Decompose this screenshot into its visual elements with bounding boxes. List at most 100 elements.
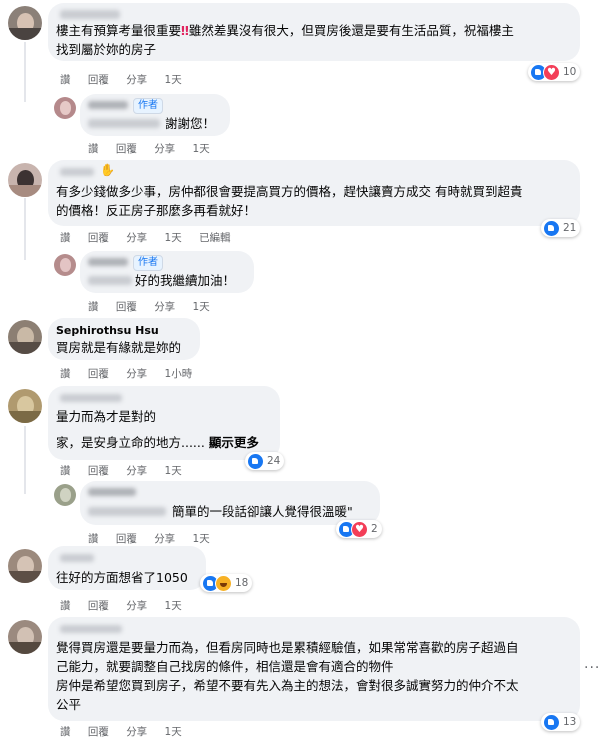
double-exclamation-icon: ‼ (181, 23, 189, 38)
reaction-count: 10 (563, 66, 577, 78)
mention-blurred[interactable] (88, 507, 166, 516)
replier-name-blurred[interactable] (88, 258, 128, 266)
avatar[interactable] (8, 389, 42, 423)
more-horizontal-icon[interactable]: ··· (584, 660, 600, 676)
reply-text: 好的我繼續加油！ (135, 273, 236, 288)
comment-text-line4: 公平 (56, 697, 82, 712)
share-button[interactable]: 分享 (154, 301, 175, 313)
reply-button[interactable]: 回覆 (88, 232, 109, 244)
comment-text: 往好的方面想省了1050 (56, 570, 188, 585)
reaction-summary[interactable]: 13 (541, 713, 581, 731)
like-button[interactable]: 讚 (60, 368, 71, 380)
reaction-count: 13 (563, 716, 577, 728)
timestamp[interactable]: 1天 (165, 232, 182, 244)
reply-text: 簡單的一段話卻讓人覺得很溫暖" (172, 504, 353, 519)
share-button[interactable]: 分享 (126, 465, 147, 477)
reaction-summary[interactable]: 10 (528, 63, 581, 81)
love-icon (351, 520, 368, 538)
like-button[interactable]: 讚 (88, 301, 99, 313)
comment-text: 量力而為才是對的 (56, 409, 157, 424)
like-button[interactable]: 讚 (60, 600, 71, 612)
avatar[interactable] (54, 254, 76, 276)
like-icon (543, 219, 560, 237)
reaction-count: 2 (371, 523, 378, 535)
like-button[interactable]: 讚 (88, 533, 99, 545)
mention-blurred[interactable] (88, 276, 132, 285)
share-button[interactable]: 分享 (154, 533, 175, 545)
reply-button[interactable]: 回覆 (116, 533, 137, 545)
reaction-summary[interactable]: 21 (541, 219, 581, 237)
reply-button[interactable]: 回覆 (88, 726, 109, 738)
like-button[interactable]: 讚 (60, 74, 71, 86)
share-button[interactable]: 分享 (126, 74, 147, 86)
avatar[interactable] (8, 620, 42, 654)
avatar[interactable] (8, 549, 42, 583)
avatar[interactable] (54, 484, 76, 506)
comment-text: 覺得買房還是要量力而為，但看房同時也是累積經驗值，如果常常喜歡的房子超過自 (56, 640, 519, 655)
reaction-summary[interactable]: 18 (200, 574, 253, 592)
commenter-name-blurred[interactable] (60, 168, 94, 176)
like-icon (543, 713, 560, 731)
like-button[interactable]: 讚 (60, 726, 71, 738)
avatar[interactable] (8, 6, 42, 40)
commenter-name-blurred[interactable] (60, 625, 122, 633)
reply-actions: 讚 回覆 分享 1天 (88, 299, 224, 314)
timestamp[interactable]: 1天 (165, 726, 182, 738)
share-button[interactable]: 分享 (126, 600, 147, 612)
mention-blurred[interactable] (88, 119, 160, 128)
author-badge: 作者 (133, 98, 163, 114)
share-button[interactable]: 分享 (154, 143, 175, 155)
reply-button[interactable]: 回覆 (116, 301, 137, 313)
reply-button[interactable]: 回覆 (88, 465, 109, 477)
like-button[interactable]: 讚 (60, 465, 71, 477)
reply-button[interactable]: 回覆 (88, 74, 109, 86)
timestamp[interactable]: 1天 (193, 533, 210, 545)
comment-text: 有多少錢做多少事，房仲都很會要提高買方的價格，趕快讓賣方成交 有時就買到超貴 (56, 184, 523, 199)
comment-text: 買房就是有緣就是妳的 (56, 340, 182, 355)
haha-icon (215, 574, 232, 592)
thread-line (24, 42, 26, 102)
avatar[interactable] (8, 320, 42, 354)
like-button[interactable]: 讚 (88, 143, 99, 155)
reply-button[interactable]: 回覆 (88, 600, 109, 612)
edited-label: 已編輯 (199, 232, 231, 244)
share-button[interactable]: 分享 (126, 368, 147, 380)
comment-actions: 讚 回覆 分享 1天 (60, 463, 196, 478)
timestamp[interactable]: 1天 (165, 74, 182, 86)
author-badge: 作者 (133, 255, 163, 271)
comment-actions: 讚 回覆 分享 1天 已編輯 (60, 230, 245, 245)
comment-text: 樓主有預算考量很重要‼雖然差異沒有很大，但買房後還是要有生活品質，祝福樓主 (56, 23, 514, 38)
share-button[interactable]: 分享 (126, 232, 147, 244)
like-button[interactable]: 讚 (60, 232, 71, 244)
like-icon (247, 452, 264, 470)
comment-text-line2: 己能力，就要調整自己找房的條件，相信還是會有適合的物件 (56, 659, 394, 674)
comment-text-line2: 找到屬於妳的房子 (56, 42, 157, 57)
commenter-name-blurred[interactable] (60, 394, 122, 402)
share-button[interactable]: 分享 (126, 726, 147, 738)
commenter-name-blurred[interactable] (60, 554, 94, 562)
commenter-name[interactable]: Sephirothsu Hsu (56, 324, 159, 337)
replier-name-blurred[interactable] (88, 101, 128, 109)
reply-button[interactable]: 回覆 (88, 368, 109, 380)
reaction-count: 21 (563, 222, 577, 234)
timestamp[interactable]: 1小時 (165, 368, 193, 380)
timestamp[interactable]: 1天 (193, 301, 210, 313)
reaction-count: 24 (267, 455, 281, 467)
reaction-summary[interactable]: 2 (336, 520, 382, 538)
comment-actions: 讚 回覆 分享 1天 (60, 72, 196, 87)
comment-actions: 讚 回覆 分享 1小時 (60, 366, 206, 381)
timestamp[interactable]: 1天 (165, 600, 182, 612)
reply-text: 謝謝您！ (165, 116, 216, 131)
timestamp[interactable]: 1天 (165, 465, 182, 477)
comment-actions: 讚 回覆 分享 1天 (60, 598, 196, 613)
reply-button[interactable]: 回覆 (116, 143, 137, 155)
reaction-summary[interactable]: 24 (245, 452, 285, 470)
avatar[interactable] (54, 97, 76, 119)
comment-text-line2: 家，是安身立命的地方...... 顯示更多 (56, 435, 259, 450)
timestamp[interactable]: 1天 (193, 143, 210, 155)
replier-name-blurred[interactable] (88, 488, 136, 496)
comment-text-line2: 的價格！反正房子那麼多再看就好！ (56, 203, 257, 218)
commenter-name-blurred[interactable] (60, 10, 120, 19)
avatar[interactable] (8, 163, 42, 197)
see-more-link[interactable]: 顯示更多 (209, 435, 259, 450)
